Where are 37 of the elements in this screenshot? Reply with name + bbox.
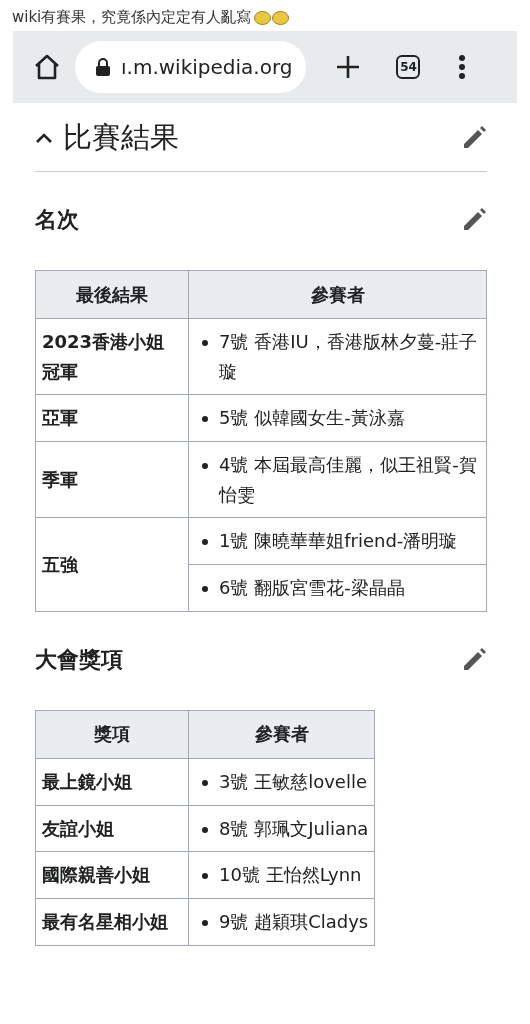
table-cell: 季軍 (35, 441, 189, 518)
table-cell: 1號 陳曉華華姐friend-潘明璇 (188, 517, 487, 565)
edit-icon[interactable] (461, 646, 487, 673)
subsection-heading: 名次 (35, 206, 79, 234)
edit-icon[interactable] (461, 125, 487, 151)
table-cell: 國際親善小姐 (35, 851, 189, 899)
emoji-icon (254, 10, 272, 25)
subsection-heading: 大會獎項 (35, 645, 123, 674)
table-cell: 8號 郭珮文Juliana (188, 805, 375, 852)
column-header: 參賽者 (188, 270, 487, 319)
lock-icon (95, 57, 111, 77)
post-caption: wiki有賽果，究竟係內定定有人亂寫 (12, 8, 252, 27)
table-cell: 10號 王怡然Lynn (188, 851, 375, 899)
edit-icon[interactable] (461, 207, 487, 233)
column-header: 獎項 (35, 710, 189, 759)
emoji-icon (272, 10, 290, 25)
table-cell: 9號 趙穎琪Cladys (188, 898, 375, 946)
table-cell: 友誼小姐 (35, 805, 189, 852)
table-cell: 4號 本屆最高佳麗，似王祖賢-賀怡雯 (188, 441, 487, 518)
home-icon[interactable] (33, 53, 61, 81)
table-cell: 6號 翻版宮雪花-梁晶晶 (188, 564, 487, 612)
caret-icon[interactable] (35, 132, 53, 144)
section-heading: 比賽結果 (63, 119, 179, 156)
table-cell: 3號 王敏慈lovelle (188, 758, 375, 805)
menu-icon[interactable] (458, 54, 467, 80)
table-cell: 7號 香港IU，香港版林夕蔓-莊子璇 (188, 318, 487, 395)
table-cell: 五強 (35, 517, 189, 612)
column-header: 參賽者 (188, 710, 375, 759)
table-cell: 5號 似韓國女生-黃泳嘉 (188, 394, 487, 442)
table-cell: 2023香港小姐冠軍 (35, 318, 189, 395)
table-cell: 最上鏡小姐 (35, 758, 189, 805)
address-bar[interactable]: ı.m.wikipedia.org (75, 41, 307, 93)
tab-count-button[interactable]: 54 (396, 55, 421, 79)
table-cell: 最有名星相小姐 (35, 898, 189, 946)
table-cell: 亞軍 (35, 394, 189, 442)
new-tab-icon[interactable] (336, 55, 361, 79)
column-header: 最後結果 (35, 270, 189, 319)
